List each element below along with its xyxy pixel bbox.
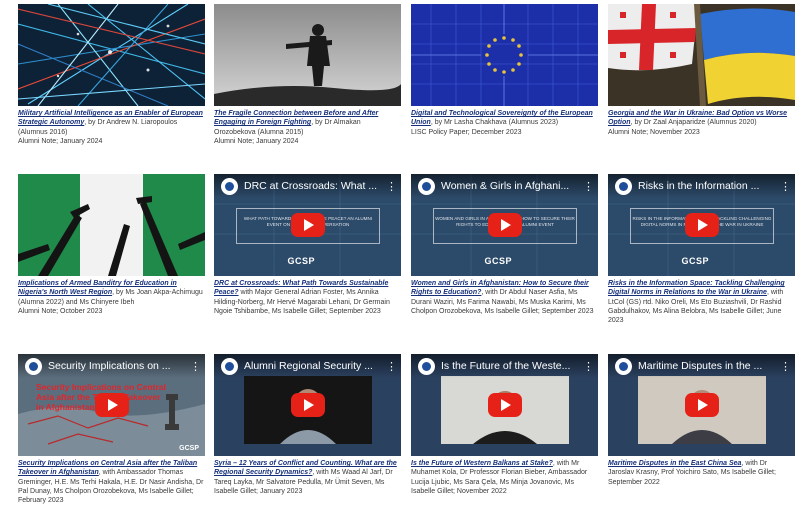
youtube-play-icon[interactable]	[487, 393, 522, 417]
card-caption: Syria – 12 Years of Conflict and Countin…	[214, 459, 401, 496]
youtube-play-icon[interactable]	[487, 213, 522, 237]
video-card: WOMEN AND GIRLS IN AFGHANISTAN: HOW TO S…	[411, 174, 598, 316]
video-header: Alumni Regional Security ... ⋮	[214, 354, 401, 378]
video-card: RISKS IN THE INFORMATION SPACE: TACKLING…	[608, 174, 795, 325]
card-caption: Maritime Disputes in the East China Sea,…	[608, 459, 795, 487]
video-card: WHAT PATH TOWARDS SUSTAINABLE PEACE? AN …	[214, 174, 401, 316]
video-participants: with Major General Adrian Foster, Ms Ann…	[214, 289, 390, 315]
channel-watermark: GCSP	[287, 256, 316, 266]
video-header: Security Implications on ... ⋮	[18, 354, 205, 378]
gcsp-channel-logo[interactable]	[615, 177, 632, 195]
video-title-link[interactable]: Maritime Disputes in the East China Sea	[608, 460, 741, 467]
card-caption: Digital and Technological Sovereignty of…	[411, 109, 598, 137]
kebab-menu-icon[interactable]: ⋮	[386, 360, 397, 373]
card-caption: Women and Girls in Afghanistan: How to S…	[411, 279, 598, 316]
gcsp-channel-logo[interactable]	[615, 357, 632, 375]
card-image-eu-circuit[interactable]	[411, 4, 598, 106]
kebab-menu-icon[interactable]: ⋮	[386, 180, 397, 193]
video-thumbnail[interactable]: RISKS IN THE INFORMATION SPACE: TACKLING…	[608, 174, 795, 276]
video-title[interactable]: Risks in the Information ...	[638, 180, 780, 192]
video-header: Women & Girls in Afghani... ⋮	[411, 174, 598, 198]
gcsp-channel-logo[interactable]	[221, 177, 238, 195]
gcsp-channel-logo[interactable]	[221, 357, 238, 375]
kebab-menu-icon[interactable]: ⋮	[780, 180, 791, 193]
channel-watermark: GCSP	[179, 445, 199, 452]
card-caption: Security Implications on Central Asia af…	[18, 459, 205, 505]
publication-meta: Alumni Note; January 2024	[214, 137, 299, 145]
publication-meta: LISC Policy Paper; December 2023	[411, 128, 522, 136]
video-title[interactable]: Maritime Disputes in the ...	[638, 360, 780, 372]
publication-card: Implications of Armed Banditry for Educa…	[18, 174, 205, 316]
video-thumbnail[interactable]: Is the Future of the Weste... ⋮	[411, 354, 598, 456]
video-thumbnail[interactable]: Maritime Disputes in the ... ⋮	[608, 354, 795, 456]
video-header: DRC at Crossroads: What ... ⋮	[214, 174, 401, 198]
card-caption: Georgia and the War in Ukraine: Bad Opti…	[608, 109, 795, 137]
video-title[interactable]: Is the Future of the Weste...	[441, 360, 583, 372]
video-title-link[interactable]: Risks in the Information Space: Tackling…	[608, 280, 785, 296]
video-thumbnail[interactable]: Security Implications on Central Asia af…	[18, 354, 205, 456]
publication-card: The Fragile Connection between Before an…	[214, 4, 401, 146]
gcsp-channel-logo[interactable]	[418, 357, 435, 375]
publication-authors: , by Dr Zaal Anjaparidze (Alumnus 2020)	[630, 119, 757, 127]
gcsp-channel-logo[interactable]	[25, 357, 42, 375]
video-title-link[interactable]: Is the Future of Western Balkans at Stak…	[411, 460, 553, 467]
video-title[interactable]: Alumni Regional Security ...	[244, 360, 386, 372]
kebab-menu-icon[interactable]: ⋮	[190, 360, 201, 373]
card-image-georgia-ukraine-flags[interactable]	[608, 4, 795, 106]
publication-authors: , by Mr Lasha Chakhava (Alumnus 2023)	[430, 119, 559, 127]
youtube-play-icon[interactable]	[684, 393, 719, 417]
video-card: Maritime Disputes in the ... ⋮ Maritime …	[608, 354, 795, 487]
channel-watermark: GCSP	[681, 256, 710, 266]
video-thumbnail[interactable]: WOMEN AND GIRLS IN AFGHANISTAN: HOW TO S…	[411, 174, 598, 276]
card-caption: Military Artificial Intelligence as an E…	[18, 109, 205, 146]
card-caption: Is the Future of Western Balkans at Stak…	[411, 459, 598, 496]
card-caption: DRC at Crossroads: What Path Towards Sus…	[214, 279, 401, 316]
youtube-play-icon[interactable]	[290, 213, 325, 237]
youtube-play-icon[interactable]	[290, 393, 325, 417]
card-image-network-lines[interactable]	[18, 4, 205, 106]
kebab-menu-icon[interactable]: ⋮	[583, 180, 594, 193]
video-card: Is the Future of the Weste... ⋮ Is the F…	[411, 354, 598, 496]
video-thumbnail[interactable]: WHAT PATH TOWARDS SUSTAINABLE PEACE? AN …	[214, 174, 401, 276]
youtube-play-icon[interactable]	[684, 213, 719, 237]
publication-meta: Alumni Note; October 2023	[18, 307, 103, 315]
publication-card: Digital and Technological Sovereignty of…	[411, 4, 598, 137]
video-header: Maritime Disputes in the ... ⋮	[608, 354, 795, 378]
gcsp-channel-logo[interactable]	[418, 177, 435, 195]
publication-card: Military Artificial Intelligence as an E…	[18, 4, 205, 146]
card-caption: Risks in the Information Space: Tackling…	[608, 279, 795, 325]
video-header: Is the Future of the Weste... ⋮	[411, 354, 598, 378]
kebab-menu-icon[interactable]: ⋮	[583, 360, 594, 373]
video-card: Alumni Regional Security ... ⋮ Syria – 1…	[214, 354, 401, 496]
video-card: Security Implications on Central Asia af…	[18, 354, 205, 505]
publication-meta: Alumni Note; January 2024	[18, 137, 103, 145]
kebab-menu-icon[interactable]: ⋮	[780, 360, 791, 373]
video-title[interactable]: Security Implications on ...	[48, 360, 190, 372]
publication-card: Georgia and the War in Ukraine: Bad Opti…	[608, 4, 795, 137]
card-caption: Implications of Armed Banditry for Educa…	[18, 279, 205, 316]
youtube-play-icon[interactable]	[94, 393, 129, 417]
publication-meta: Alumni Note; November 2023	[608, 128, 700, 136]
card-image-soldier-silhouette[interactable]	[214, 4, 401, 106]
channel-watermark: GCSP	[484, 256, 513, 266]
card-image-nigeria-flag-rifles[interactable]	[18, 174, 205, 276]
card-caption: The Fragile Connection between Before an…	[214, 109, 401, 146]
video-title[interactable]: Women & Girls in Afghani...	[441, 180, 583, 192]
video-header: Risks in the Information ... ⋮	[608, 174, 795, 198]
video-thumbnail[interactable]: Alumni Regional Security ... ⋮	[214, 354, 401, 456]
video-title[interactable]: DRC at Crossroads: What ...	[244, 180, 386, 192]
